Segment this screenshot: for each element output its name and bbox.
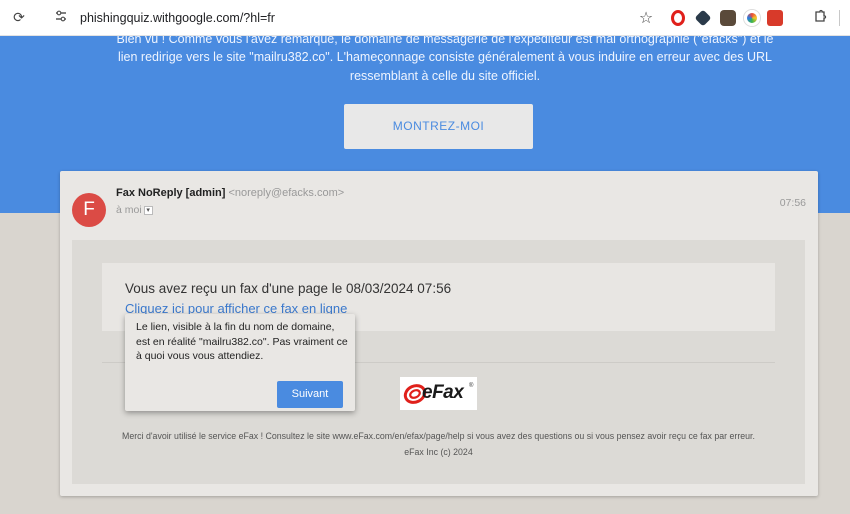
- browser-toolbar: ⟳ phishingquiz.withgoogle.com/?hl=fr ☆: [0, 0, 850, 36]
- reload-icon[interactable]: ⟳: [10, 9, 28, 27]
- tooltip-text: Le lien, visible à la fin du nom de doma…: [136, 321, 348, 362]
- explanation-text: Bien vu ! Comme vous l'avez remarqué, le…: [100, 36, 790, 86]
- explanation-line: ressemblant à celle du site officiel.: [349, 69, 541, 83]
- email-time: 07:56: [779, 197, 806, 209]
- fax-message: Vous avez reçu un fax d'une page le 08/0…: [125, 281, 452, 296]
- efax-logo: eFax ®: [400, 377, 477, 410]
- registered-mark: ®: [469, 383, 474, 389]
- explanation-line: lien redirige vers le site "mailru382.co…: [118, 50, 772, 64]
- avatar: F: [72, 193, 106, 227]
- footer-text: Merci d'avoir utilisé le service eFax ! …: [122, 431, 755, 441]
- hexagon-icon[interactable]: [694, 9, 712, 27]
- colorful-circle-icon[interactable]: [744, 10, 760, 26]
- efax-logo-text: eFax: [422, 382, 464, 403]
- hint-tooltip: Le lien, visible à la fin du nom de doma…: [125, 314, 355, 411]
- red-square-icon[interactable]: [767, 10, 783, 26]
- details-dropdown-icon[interactable]: ▾: [143, 205, 153, 215]
- address-bar-url[interactable]: phishingquiz.withgoogle.com/?hl=fr: [80, 11, 275, 25]
- recipient-label: à moi: [116, 204, 142, 216]
- explanation-line: Bien vu ! Comme vous l'avez remarqué, le…: [116, 36, 774, 46]
- next-button[interactable]: Suivant: [277, 381, 343, 408]
- sender-line: Fax NoReply [admin] <noreply@efacks.com>: [116, 187, 344, 199]
- spy-icon[interactable]: [720, 10, 736, 26]
- opera-icon[interactable]: [671, 10, 685, 26]
- sender-email: <noreply@efacks.com>: [228, 187, 345, 199]
- show-me-button[interactable]: MONTREZ-MOI: [344, 104, 533, 149]
- puzzle-icon[interactable]: [811, 9, 829, 27]
- sender-name: Fax NoReply [admin]: [116, 187, 226, 199]
- recipient-line: à moi ▾: [116, 204, 153, 216]
- star-icon[interactable]: ☆: [637, 9, 655, 27]
- footer-copyright: eFax Inc (c) 2024: [404, 447, 473, 457]
- toolbar-divider: [839, 10, 840, 26]
- site-settings-icon[interactable]: [52, 9, 70, 27]
